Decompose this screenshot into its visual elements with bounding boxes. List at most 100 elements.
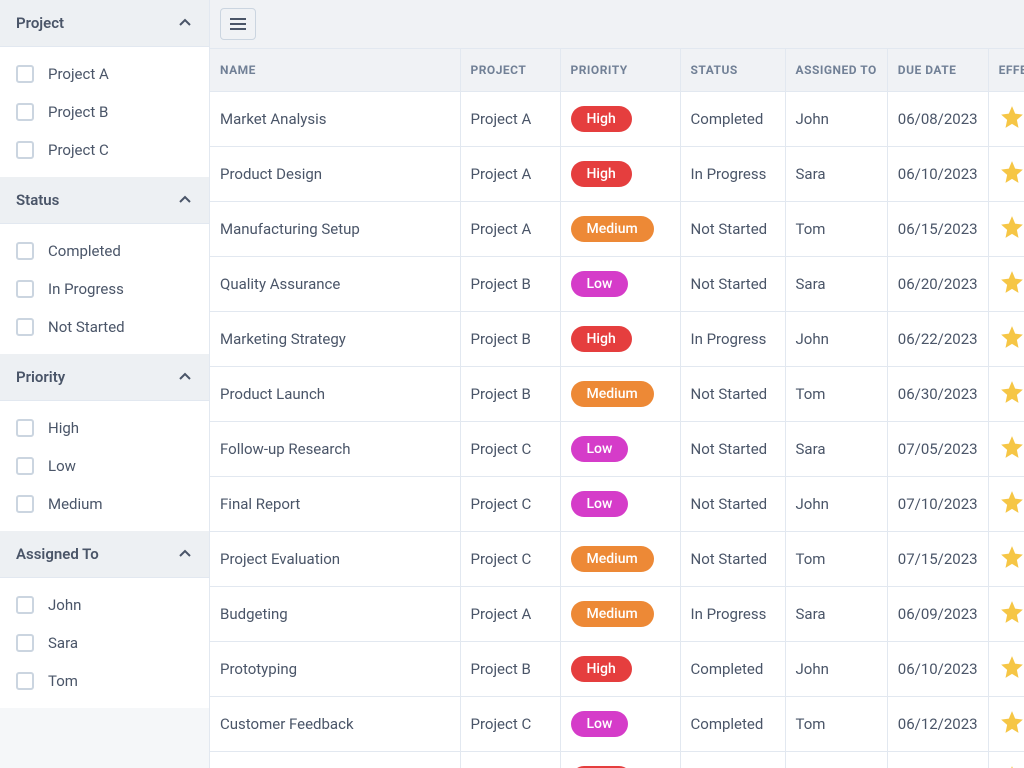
priority-badge: High bbox=[571, 106, 632, 132]
facet-item[interactable]: Sara bbox=[0, 624, 209, 662]
star-icon[interactable] bbox=[999, 654, 1024, 680]
facet-header-assigned-to[interactable]: Assigned To bbox=[0, 531, 209, 578]
star-icon[interactable] bbox=[999, 104, 1024, 130]
checkbox[interactable] bbox=[16, 141, 34, 159]
table-row[interactable]: Manufacturing SetupProject AMediumNot St… bbox=[210, 202, 1024, 257]
hamburger-button[interactable] bbox=[220, 8, 256, 40]
facet-header-priority[interactable]: Priority bbox=[0, 354, 209, 401]
table-row[interactable]: Quality AssuranceProject BLowNot Started… bbox=[210, 257, 1024, 312]
cell-effectiveness[interactable] bbox=[988, 92, 1024, 147]
facet-item[interactable]: Project A bbox=[0, 55, 209, 93]
cell-effectiveness[interactable] bbox=[988, 587, 1024, 642]
star-icon[interactable] bbox=[999, 764, 1024, 768]
data-table: Name Project Priority Status Assigned To… bbox=[210, 49, 1024, 768]
star-icon[interactable] bbox=[999, 709, 1024, 735]
checkbox[interactable] bbox=[16, 495, 34, 513]
checkbox[interactable] bbox=[16, 318, 34, 336]
checkbox[interactable] bbox=[16, 457, 34, 475]
cell-project: Project A bbox=[460, 92, 560, 147]
cell-effectiveness[interactable] bbox=[988, 532, 1024, 587]
table-row[interactable]: Product LaunchProject BMediumNot Started… bbox=[210, 367, 1024, 422]
column-header-priority[interactable]: Priority bbox=[560, 49, 680, 92]
table-row[interactable]: Customer FeedbackProject CLowCompletedTo… bbox=[210, 697, 1024, 752]
checkbox[interactable] bbox=[16, 65, 34, 83]
cell-effectiveness[interactable] bbox=[988, 257, 1024, 312]
cell-status: Not Started bbox=[680, 532, 785, 587]
cell-due-date: 07/15/2023 bbox=[887, 532, 988, 587]
star-icon[interactable] bbox=[999, 269, 1024, 295]
star-icon[interactable] bbox=[999, 489, 1024, 515]
table-row[interactable]: Project EvaluationProject CMediumNot Sta… bbox=[210, 532, 1024, 587]
facet-item[interactable]: Medium bbox=[0, 485, 209, 523]
cell-name: Risk Assessment bbox=[210, 752, 460, 768]
table-row[interactable]: BudgetingProject AMediumIn ProgressSara0… bbox=[210, 587, 1024, 642]
table-row[interactable]: Final ReportProject CLowNot StartedJohn0… bbox=[210, 477, 1024, 532]
facet-item[interactable]: Project B bbox=[0, 93, 209, 131]
facet-header-status[interactable]: Status bbox=[0, 177, 209, 224]
checkbox[interactable] bbox=[16, 596, 34, 614]
facet-item[interactable]: Not Started bbox=[0, 308, 209, 346]
checkbox[interactable] bbox=[16, 419, 34, 437]
table-row[interactable]: PrototypingProject BHighCompletedJohn06/… bbox=[210, 642, 1024, 697]
cell-priority: High bbox=[560, 147, 680, 202]
table-row[interactable]: Marketing StrategyProject BHighIn Progre… bbox=[210, 312, 1024, 367]
cell-project: Project C bbox=[460, 532, 560, 587]
table-row[interactable]: Product DesignProject AHighIn ProgressSa… bbox=[210, 147, 1024, 202]
facet-item-label: John bbox=[48, 596, 81, 614]
star-icon[interactable] bbox=[999, 324, 1024, 350]
facet-item[interactable]: Project C bbox=[0, 131, 209, 169]
cell-assigned-to: Tom bbox=[785, 367, 887, 422]
cell-status: Not Started bbox=[680, 257, 785, 312]
table-row[interactable]: Follow-up ResearchProject CLowNot Starte… bbox=[210, 422, 1024, 477]
cell-name: Product Design bbox=[210, 147, 460, 202]
star-icon[interactable] bbox=[999, 544, 1024, 570]
cell-effectiveness[interactable] bbox=[988, 642, 1024, 697]
checkbox[interactable] bbox=[16, 242, 34, 260]
priority-badge: Medium bbox=[571, 381, 654, 407]
column-header-status[interactable]: Status bbox=[680, 49, 785, 92]
cell-effectiveness[interactable] bbox=[988, 202, 1024, 257]
cell-effectiveness[interactable] bbox=[988, 147, 1024, 202]
facet-header-project[interactable]: Project bbox=[0, 0, 209, 47]
column-header-name[interactable]: Name bbox=[210, 49, 460, 92]
cell-priority: High bbox=[560, 92, 680, 147]
cell-assigned-to: Sara bbox=[785, 257, 887, 312]
cell-name: Budgeting bbox=[210, 587, 460, 642]
star-icon[interactable] bbox=[999, 159, 1024, 185]
cell-status: Completed bbox=[680, 92, 785, 147]
priority-badge: High bbox=[571, 326, 632, 352]
cell-effectiveness[interactable] bbox=[988, 367, 1024, 422]
cell-effectiveness[interactable] bbox=[988, 422, 1024, 477]
cell-effectiveness[interactable] bbox=[988, 477, 1024, 532]
cell-effectiveness[interactable] bbox=[988, 312, 1024, 367]
sidebar: Project Project A Project BProject C Status… bbox=[0, 0, 210, 768]
cell-effectiveness[interactable] bbox=[988, 752, 1024, 768]
column-header-effectiveness[interactable]: Effectiveness bbox=[988, 49, 1024, 92]
cell-effectiveness[interactable] bbox=[988, 697, 1024, 752]
cell-assigned-to: Tom bbox=[785, 532, 887, 587]
facet-item[interactable]: High bbox=[0, 409, 209, 447]
facet-item-label: Project A bbox=[48, 65, 109, 83]
table-wrap[interactable]: Name Project Priority Status Assigned To… bbox=[210, 48, 1024, 768]
cell-assigned-to: John bbox=[785, 312, 887, 367]
facet-item[interactable]: Tom bbox=[0, 662, 209, 700]
star-icon[interactable] bbox=[999, 434, 1024, 460]
facet-item[interactable]: Low bbox=[0, 447, 209, 485]
checkbox[interactable] bbox=[16, 634, 34, 652]
cell-priority: Low bbox=[560, 257, 680, 312]
star-icon[interactable] bbox=[999, 379, 1024, 405]
star-icon[interactable] bbox=[999, 214, 1024, 240]
star-icon[interactable] bbox=[999, 599, 1024, 625]
column-header-due-date[interactable]: Due Date bbox=[887, 49, 988, 92]
facet-item[interactable]: Completed bbox=[0, 232, 209, 270]
cell-status: Not Started bbox=[680, 752, 785, 768]
facet-item[interactable]: John bbox=[0, 586, 209, 624]
column-header-assigned-to[interactable]: Assigned To bbox=[785, 49, 887, 92]
table-row[interactable]: Market AnalysisProject AHighCompletedJoh… bbox=[210, 92, 1024, 147]
checkbox[interactable] bbox=[16, 280, 34, 298]
column-header-project[interactable]: Project bbox=[460, 49, 560, 92]
checkbox[interactable] bbox=[16, 672, 34, 690]
facet-item[interactable]: In Progress bbox=[0, 270, 209, 308]
checkbox[interactable] bbox=[16, 103, 34, 121]
table-row[interactable]: Risk AssessmentProject AHighNot StartedS… bbox=[210, 752, 1024, 768]
